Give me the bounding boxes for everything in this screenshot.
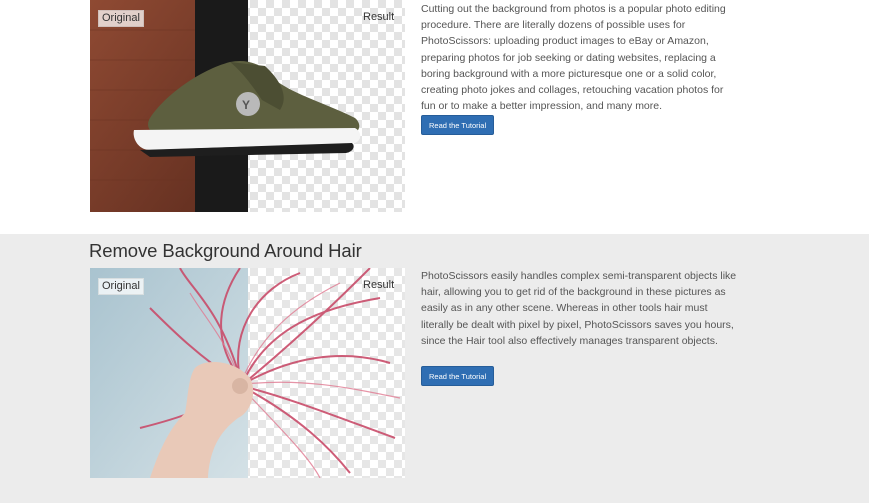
sneaker-comparison-image: Y Original Result <box>90 0 405 212</box>
read-tutorial-button[interactable]: Read the Tutorial <box>421 366 495 386</box>
original-label: Original <box>98 10 144 27</box>
svg-text:Y: Y <box>242 98 250 112</box>
section-description: PhotoScissors easily handles complex sem… <box>421 270 737 347</box>
result-label: Result <box>363 11 395 23</box>
section-description: Cutting out the background from photos i… <box>421 3 726 113</box>
section-background-removal: Y Original Result Cutting out the backgr… <box>0 0 869 234</box>
result-label: Result <box>363 279 395 291</box>
read-tutorial-button[interactable]: Read the Tutorial <box>421 115 495 135</box>
section-title: Remove Background Around Hair <box>89 240 362 261</box>
original-label: Original <box>98 278 144 295</box>
hair-comparison-image: Original Result <box>90 268 405 478</box>
